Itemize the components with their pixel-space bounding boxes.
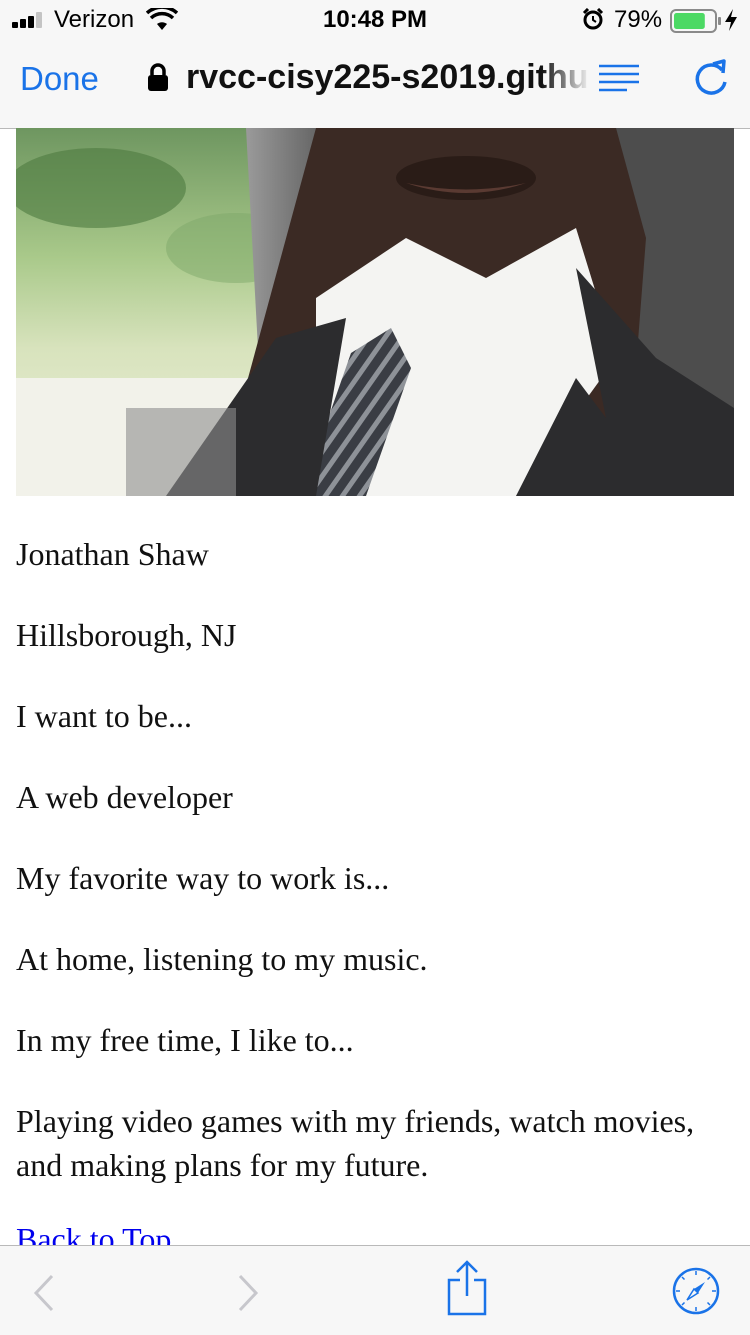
url-field[interactable]: rvcc-cisy225-s2019.github.io <box>186 58 590 97</box>
name-text: Jonathan Shaw <box>16 536 209 572</box>
browser-nav-bar: Done rvcc-cisy225-s2019.github.io <box>0 40 750 129</box>
charging-bolt-icon <box>725 9 737 31</box>
profile-photo <box>16 128 734 496</box>
lock-icon <box>148 63 168 91</box>
back-icon[interactable] <box>32 1274 56 1312</box>
work-text: At home, listening to my music. <box>16 941 428 977</box>
free-time-heading: In my free time, I like to... <box>16 1022 354 1058</box>
goal-heading: I want to be... <box>16 698 192 734</box>
location-text: Hillsborough, NJ <box>16 617 237 653</box>
status-bar: Verizon 10:48 PM 79% <box>0 0 750 40</box>
safari-compass-icon[interactable] <box>672 1267 720 1315</box>
profile-photo-image <box>16 128 734 496</box>
reader-icon[interactable] <box>597 62 641 94</box>
share-icon[interactable] <box>447 1260 487 1316</box>
free-time-text: Playing video games with my friends, wat… <box>16 1103 695 1183</box>
reload-icon[interactable] <box>692 58 730 98</box>
goal-text: A web developer <box>16 779 233 815</box>
battery-percent: 79% <box>614 6 663 33</box>
page-content: Jonathan Shaw Hillsborough, NJ I want to… <box>16 532 726 1261</box>
done-button[interactable]: Done <box>20 60 99 98</box>
forward-icon[interactable] <box>236 1274 260 1312</box>
battery-icon <box>670 9 721 33</box>
work-heading: My favorite way to work is... <box>16 860 390 896</box>
alarm-icon <box>582 8 604 30</box>
browser-toolbar <box>0 1245 750 1335</box>
